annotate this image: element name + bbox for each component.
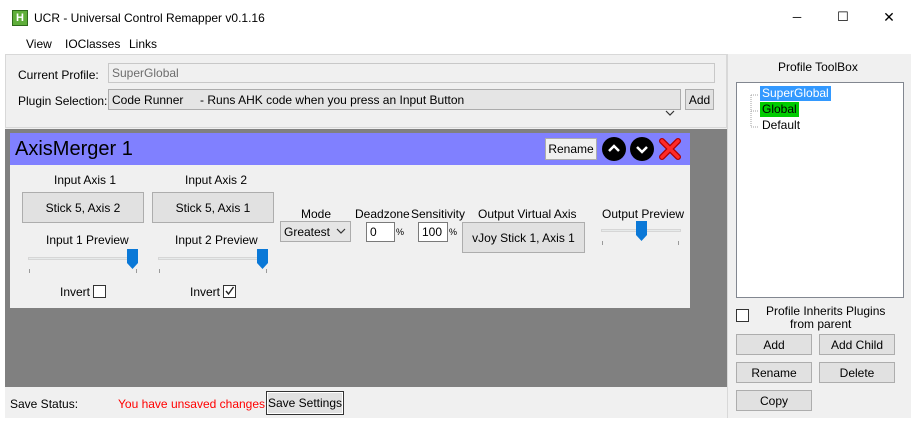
plugin-panel: AxisMerger 1 Rename Input Axis 1 Stick 5… <box>10 133 690 308</box>
delete-profile-button[interactable]: Delete <box>819 362 895 383</box>
move-up-button[interactable] <box>602 137 626 161</box>
output-preview-slider <box>598 219 684 249</box>
main-area: Current Profile: SuperGlobal Plugin Sele… <box>5 54 727 418</box>
checkmark-icon <box>224 285 235 299</box>
plugin-selection-label: Plugin Selection: <box>18 94 108 108</box>
window-title: UCR - Universal Control Remapper v0.1.16 <box>34 11 265 25</box>
deadzone-percent: % <box>396 227 405 237</box>
plugin-header: AxisMerger 1 Rename <box>10 133 690 165</box>
maximize-button[interactable]: ☐ <box>820 0 866 34</box>
mode-value: Greatest <box>284 224 331 239</box>
invert-1-checkbox[interactable] <box>93 285 106 298</box>
save-status-message: You have unsaved changes <box>118 397 266 411</box>
tree-item-default[interactable]: Default <box>760 118 802 133</box>
chevron-down-icon <box>630 137 654 164</box>
sensitivity-input[interactable]: 100 <box>418 222 448 242</box>
move-down-button[interactable] <box>630 137 654 161</box>
menu-item-ioclasses[interactable]: IOClasses <box>65 37 120 51</box>
close-icon <box>658 138 682 164</box>
close-button[interactable]: ✕ <box>866 0 912 34</box>
current-profile-label: Current Profile: <box>18 68 99 82</box>
menu-item-view[interactable]: View <box>26 37 52 51</box>
invert-1-label: Invert <box>60 285 91 299</box>
sensitivity-percent: % <box>449 227 458 237</box>
save-status-label: Save Status: <box>10 397 79 411</box>
slider-thumb <box>127 249 138 269</box>
add-plugin-button[interactable]: Add <box>685 89 714 110</box>
header-panel: Current Profile: SuperGlobal Plugin Sele… <box>5 54 727 128</box>
input-2-preview-slider <box>154 247 274 277</box>
inherits-plugins-label-2: from parent <box>790 317 852 331</box>
mode-dropdown[interactable]: Greatest <box>280 221 351 242</box>
chevron-up-icon <box>602 137 626 164</box>
input-2-preview-label: Input 2 Preview <box>175 233 258 247</box>
toolbox-title: Profile ToolBox <box>778 60 858 74</box>
slider-thumb <box>257 249 268 269</box>
tree-item-superglobal[interactable]: SuperGlobal <box>760 86 831 101</box>
output-virtual-axis-button[interactable]: vJoy Stick 1, Axis 1 <box>462 222 585 253</box>
add-profile-button[interactable]: Add <box>736 334 812 355</box>
slider-thumb <box>636 221 647 241</box>
add-child-button[interactable]: Add Child <box>819 334 895 355</box>
menu-bar: View IOClasses Links <box>0 34 916 54</box>
current-profile-field: SuperGlobal <box>108 63 715 83</box>
deadzone-label: Deadzone <box>355 207 410 221</box>
input-axis-2-label: Input Axis 2 <box>185 173 248 187</box>
rename-profile-button[interactable]: Rename <box>736 362 812 383</box>
mode-label: Mode <box>301 207 332 221</box>
remove-plugin-button[interactable] <box>658 137 682 161</box>
minimize-button[interactable]: ─ <box>774 0 820 34</box>
profile-tree[interactable]: SuperGlobal Global Default <box>736 82 904 298</box>
invert-2-checkbox[interactable] <box>223 285 236 298</box>
plugin-selection-dropdown[interactable]: Code Runner - Runs AHK code when you pre… <box>108 89 681 116</box>
app-icon: H <box>12 10 28 26</box>
output-virtual-axis-label: Output Virtual Axis <box>478 207 577 221</box>
inherits-plugins-checkbox[interactable] <box>736 309 749 322</box>
title-bar: H UCR - Universal Control Remapper v0.1.… <box>0 0 916 34</box>
input-axis-1-button[interactable]: Stick 5, Axis 2 <box>22 192 144 223</box>
sensitivity-label: Sensitivity <box>411 207 466 221</box>
plugin-area: AxisMerger 1 Rename Input Axis 1 Stick 5… <box>5 129 727 387</box>
tree-lines <box>750 94 759 128</box>
menu-item-links[interactable]: Links <box>129 37 157 51</box>
chevron-down-icon <box>335 224 347 241</box>
plugin-selection-value: Code Runner - Runs AHK code when you pre… <box>112 92 465 107</box>
input-1-preview-label: Input 1 Preview <box>46 233 129 247</box>
copy-profile-button[interactable]: Copy <box>736 390 812 411</box>
inherits-plugins-label-1: Profile Inherits Plugins <box>766 304 886 318</box>
deadzone-input[interactable]: 0 <box>366 222 395 242</box>
input-axis-1-label: Input Axis 1 <box>54 173 117 187</box>
input-1-preview-slider <box>24 247 144 277</box>
status-bar: Save Status: You have unsaved changes Sa… <box>5 387 727 418</box>
plugin-title: AxisMerger 1 <box>15 138 133 160</box>
input-axis-2-button[interactable]: Stick 5, Axis 1 <box>152 192 274 223</box>
invert-2-label: Invert <box>190 285 221 299</box>
profile-toolbox: Profile ToolBox SuperGlobal Global Defau… <box>727 54 911 418</box>
save-settings-button[interactable]: Save Settings <box>266 391 344 415</box>
tree-item-global[interactable]: Global <box>760 102 799 117</box>
rename-plugin-button[interactable]: Rename <box>545 138 597 160</box>
